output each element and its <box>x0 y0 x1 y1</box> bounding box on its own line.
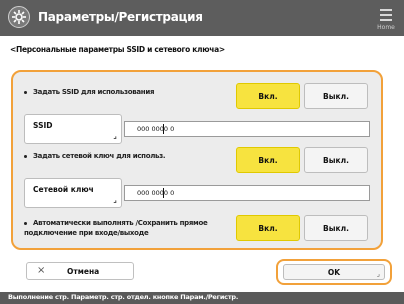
corner-arrow-icon: ⌟ <box>113 195 117 204</box>
home-label: Home <box>377 24 395 31</box>
home-button[interactable]: Home <box>372 4 400 32</box>
network-key-button-label: Сетевой ключ <box>33 185 94 194</box>
network-key-field[interactable]: 000 0000 0 <box>124 185 370 201</box>
close-icon: × <box>37 265 46 276</box>
network-key-toggle-label: Задать сетевой ключ для использ. <box>24 151 166 161</box>
ssid-on-button[interactable]: Вкл. <box>236 83 300 109</box>
menu-icon <box>380 9 392 24</box>
ssid-toggle-label: Задать SSID для использования <box>24 87 154 97</box>
cancel-label: Отмена <box>67 267 100 276</box>
network-key-toggle-text: Задать сетевой ключ для использ. <box>33 152 166 160</box>
bullet-icon <box>24 90 27 94</box>
text-cursor <box>163 188 164 198</box>
network-key-value: 000 0000 0 <box>137 189 175 197</box>
page-title: Параметры/Регистрация <box>38 10 203 24</box>
status-text: Выполнение стр. Параметр. стр. отдел. кн… <box>8 293 239 301</box>
gear-icon <box>8 6 30 28</box>
ok-label: OK <box>327 268 341 277</box>
ok-button[interactable]: OK ⌟ <box>283 264 385 280</box>
auto-connect-label: Автоматически выполнять /Сохранить прямо… <box>24 218 214 238</box>
bullet-icon <box>24 154 27 158</box>
text-cursor <box>163 124 164 134</box>
title-bar: Параметры/Регистрация Home <box>0 0 404 36</box>
bullet-icon <box>24 221 27 225</box>
ssid-field[interactable]: 000 0000 0 <box>124 121 370 137</box>
status-bar: Выполнение стр. Параметр. стр. отдел. кн… <box>0 292 404 304</box>
cancel-button[interactable]: × Отмена <box>26 262 134 280</box>
network-key-off-button[interactable]: Выкл. <box>304 147 368 173</box>
corner-arrow-icon: ⌟ <box>376 270 380 278</box>
network-key-on-button[interactable]: Вкл. <box>236 147 300 173</box>
ssid-value: 000 0000 0 <box>137 125 175 133</box>
ssid-off-button[interactable]: Выкл. <box>304 83 368 109</box>
section-subtitle: <Персональные параметры SSID и сетевого … <box>10 45 225 54</box>
ssid-button-label: SSID <box>33 121 53 130</box>
ssid-toggle-text: Задать SSID для использования <box>33 88 155 96</box>
ssid-button[interactable]: SSID ⌟ <box>24 114 122 144</box>
network-key-button[interactable]: Сетевой ключ ⌟ <box>24 178 122 208</box>
auto-connect-off-button[interactable]: Выкл. <box>304 215 368 241</box>
auto-connect-on-button[interactable]: Вкл. <box>236 215 300 241</box>
ok-highlight: OK ⌟ <box>276 259 392 285</box>
corner-arrow-icon: ⌟ <box>113 131 117 140</box>
auto-connect-text: Автоматически выполнять /Сохранить прямо… <box>24 219 208 237</box>
